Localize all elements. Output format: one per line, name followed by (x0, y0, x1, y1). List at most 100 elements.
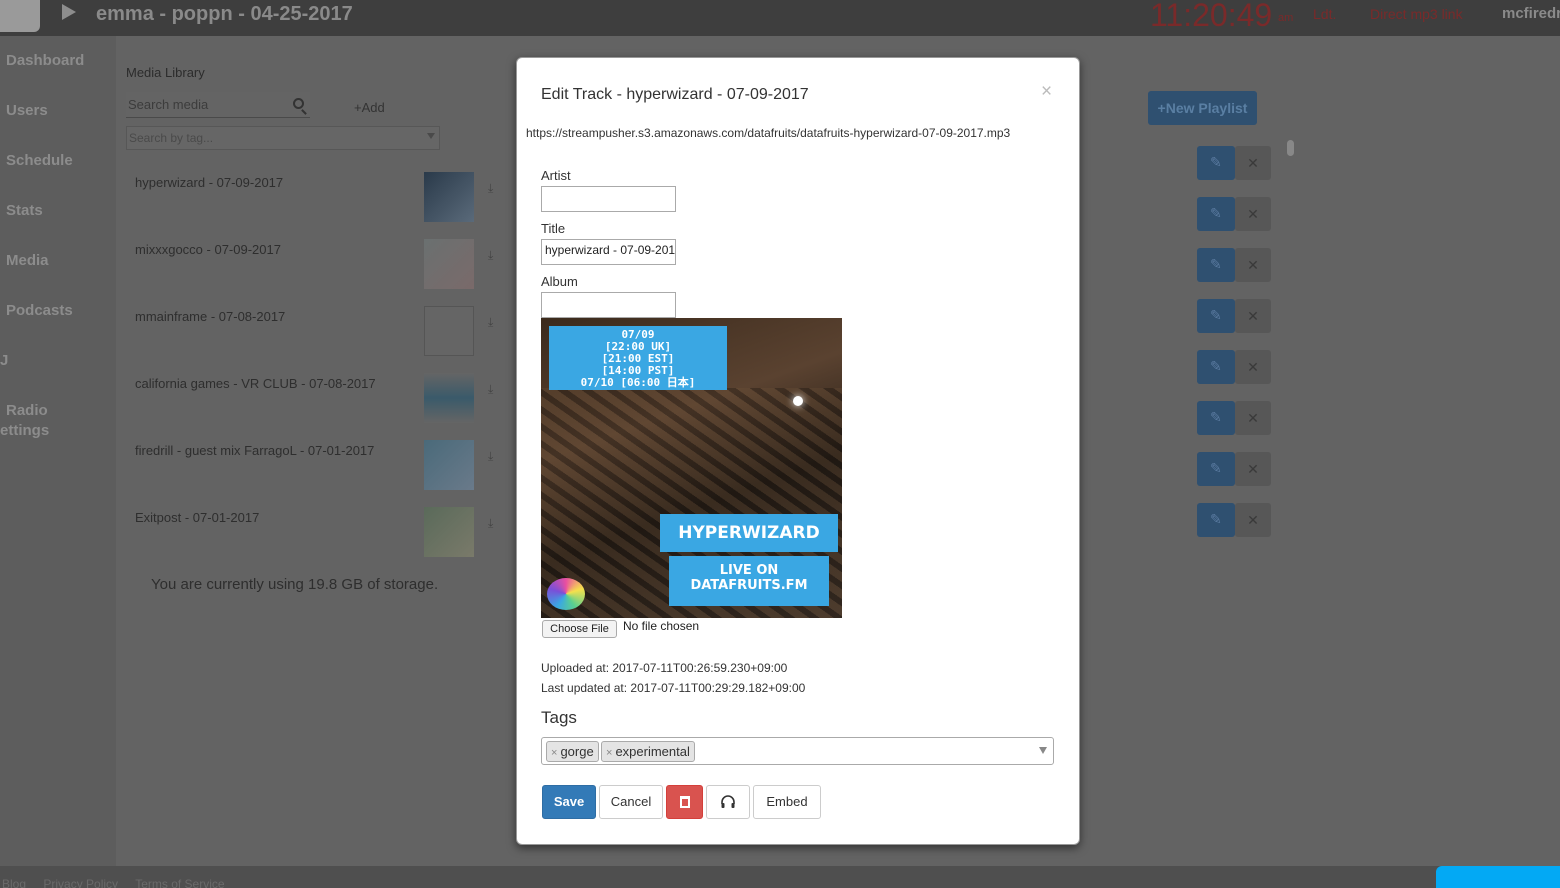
app-logo[interactable] (0, 0, 40, 32)
cover-art-logo (547, 578, 585, 610)
search-icon[interactable] (293, 98, 304, 109)
download-icon[interactable]: ⤓ (488, 383, 498, 395)
playlist-scrollbar[interactable] (1287, 140, 1294, 156)
user-menu[interactable]: mcfiredr (1502, 5, 1560, 22)
delete-playlist-button[interactable]: ✕ (1235, 146, 1271, 180)
album-field[interactable] (541, 292, 676, 318)
sidebar-item-users[interactable]: Users (0, 101, 48, 121)
search-media-input[interactable]: Search media (126, 92, 310, 118)
download-icon[interactable]: ⤓ (488, 517, 498, 529)
cover-live-line: DATAFRUITS.FM (690, 578, 808, 593)
sidebar-item-label: Radio (6, 402, 48, 419)
tag-chip: × gorge (546, 741, 599, 762)
delete-playlist-button[interactable]: ✕ (1235, 401, 1271, 435)
storage-usage-text: You are currently using 19.8 GB of stora… (151, 576, 439, 593)
sidebar-item-label: Podcasts (6, 302, 73, 319)
download-icon[interactable]: ⤓ (488, 450, 498, 462)
artist-label: Artist (541, 168, 571, 183)
album-label: Album (541, 274, 578, 289)
media-item[interactable]: firedrill - guest mix FarragoL - 07-01-2… (135, 443, 374, 458)
trash-icon (679, 796, 690, 808)
sidebar-item-schedule[interactable]: Schedule (0, 151, 73, 171)
sidebar-item-label: Dashboard (6, 52, 85, 69)
delete-playlist-button[interactable]: ✕ (1235, 299, 1271, 333)
footer-link-blog[interactable]: Blog (2, 877, 26, 888)
new-playlist-button[interactable]: +New Playlist (1148, 91, 1257, 125)
headphones-icon (721, 795, 735, 808)
choose-file-button[interactable]: Choose File (542, 620, 617, 638)
delete-playlist-button[interactable]: ✕ (1235, 197, 1271, 231)
caret-down-icon[interactable] (1039, 747, 1047, 754)
sidebar-item-label: Users (6, 102, 48, 119)
edit-playlist-button[interactable] (1197, 299, 1235, 333)
edit-playlist-button[interactable] (1197, 248, 1235, 282)
artist-field[interactable] (541, 186, 676, 212)
footer-link-terms[interactable]: Terms of Service (135, 877, 224, 888)
cover-art-live: LIVE ON DATAFRUITS.FM (669, 556, 829, 606)
cover-art-schedule: 07/09 [22:00 UK] [21:00 EST] [14:00 PST]… (549, 326, 727, 390)
tags-label: Tags (541, 708, 577, 727)
remove-tag-icon[interactable]: × (551, 747, 557, 759)
add-media-button[interactable]: +Add (354, 100, 385, 115)
file-status: No file chosen (623, 619, 700, 633)
sidebar-item-label: Media (6, 252, 49, 269)
chat-widget-button[interactable] (1436, 866, 1560, 888)
media-item[interactable]: hyperwizard - 07-09-2017 (135, 175, 283, 190)
delete-playlist-button[interactable]: ✕ (1235, 350, 1271, 384)
cover-art-image: 07/09 [22:00 UK] [21:00 EST] [14:00 PST]… (541, 318, 842, 618)
headphones-button[interactable] (706, 785, 750, 819)
media-item[interactable]: california games - VR CLUB - 07-08-2017 (135, 376, 376, 391)
tag-label: experimental (615, 744, 690, 759)
sidebar-item-radio-settings[interactable]: Radio (0, 401, 48, 421)
sidebar-item-label: Schedule (6, 152, 73, 169)
top-link-ldt[interactable]: Ldt. (1313, 6, 1336, 22)
media-thumbnail (424, 507, 474, 557)
title-field[interactable]: hyperwizard - 07-09-2017 (541, 239, 676, 265)
embed-button[interactable]: Embed (753, 785, 821, 819)
tag-search-select[interactable]: Search by tag... (126, 126, 440, 150)
remove-tag-icon[interactable]: × (606, 747, 612, 759)
download-icon[interactable]: ⤓ (488, 316, 498, 328)
save-button[interactable]: Save (542, 785, 596, 819)
sidebar-item-stats[interactable]: Stats (0, 201, 43, 221)
cancel-button[interactable]: Cancel (599, 785, 663, 819)
delete-playlist-button[interactable]: ✕ (1235, 452, 1271, 486)
updated-at: Last updated at: 2017-07-11T00:29:29.182… (541, 681, 806, 695)
media-item[interactable]: mmainframe - 07-08-2017 (135, 309, 285, 324)
clock: 11:20:49 (1150, 0, 1273, 33)
edit-playlist-button[interactable] (1197, 197, 1235, 231)
sidebar-item-media[interactable]: Media (0, 251, 49, 271)
play-icon[interactable] (62, 4, 76, 20)
delete-playlist-button[interactable]: ✕ (1235, 503, 1271, 537)
sidebar-item-label: J (0, 352, 9, 369)
edit-playlist-button[interactable] (1197, 401, 1235, 435)
delete-playlist-button[interactable]: ✕ (1235, 248, 1271, 282)
direct-mp3-link[interactable]: Direct mp3 link (1370, 6, 1463, 22)
title-label: Title (541, 221, 566, 236)
edit-playlist-button[interactable] (1197, 503, 1235, 537)
media-thumbnail (424, 306, 474, 356)
edit-playlist-button[interactable] (1197, 452, 1235, 486)
sidebar-item-dashboard[interactable]: Dashboard (0, 51, 84, 71)
delete-track-button[interactable] (666, 785, 703, 819)
footer-links: Blog Privacy Policy Terms of Service (2, 877, 239, 888)
media-item[interactable]: Exitpost - 07-01-2017 (135, 510, 259, 525)
modal-title: Edit Track - hyperwizard - 07-09-2017 (541, 86, 809, 103)
edit-playlist-button[interactable] (1197, 350, 1235, 384)
download-icon[interactable]: ⤓ (488, 249, 498, 261)
uploaded-at: Uploaded at: 2017-07-11T00:26:59.230+09:… (541, 661, 788, 675)
caret-down-icon (427, 133, 435, 139)
footer-link-privacy[interactable]: Privacy Policy (43, 877, 118, 888)
media-thumbnail (424, 239, 474, 289)
download-icon[interactable]: ⤓ (488, 182, 498, 194)
media-thumbnail (424, 373, 474, 423)
clock-ampm: am (1278, 12, 1294, 24)
media-item[interactable]: mixxxgocco - 07-09-2017 (135, 242, 281, 257)
close-icon[interactable]: × (1041, 82, 1052, 101)
sidebar-item-label: Stats (6, 202, 43, 219)
media-thumbnail (424, 172, 474, 222)
edit-playlist-button[interactable] (1197, 146, 1235, 180)
sidebar-item-j[interactable]: J (0, 351, 8, 371)
cover-live-line: LIVE ON (719, 563, 779, 578)
sidebar-item-podcasts[interactable]: Podcasts (0, 301, 73, 321)
